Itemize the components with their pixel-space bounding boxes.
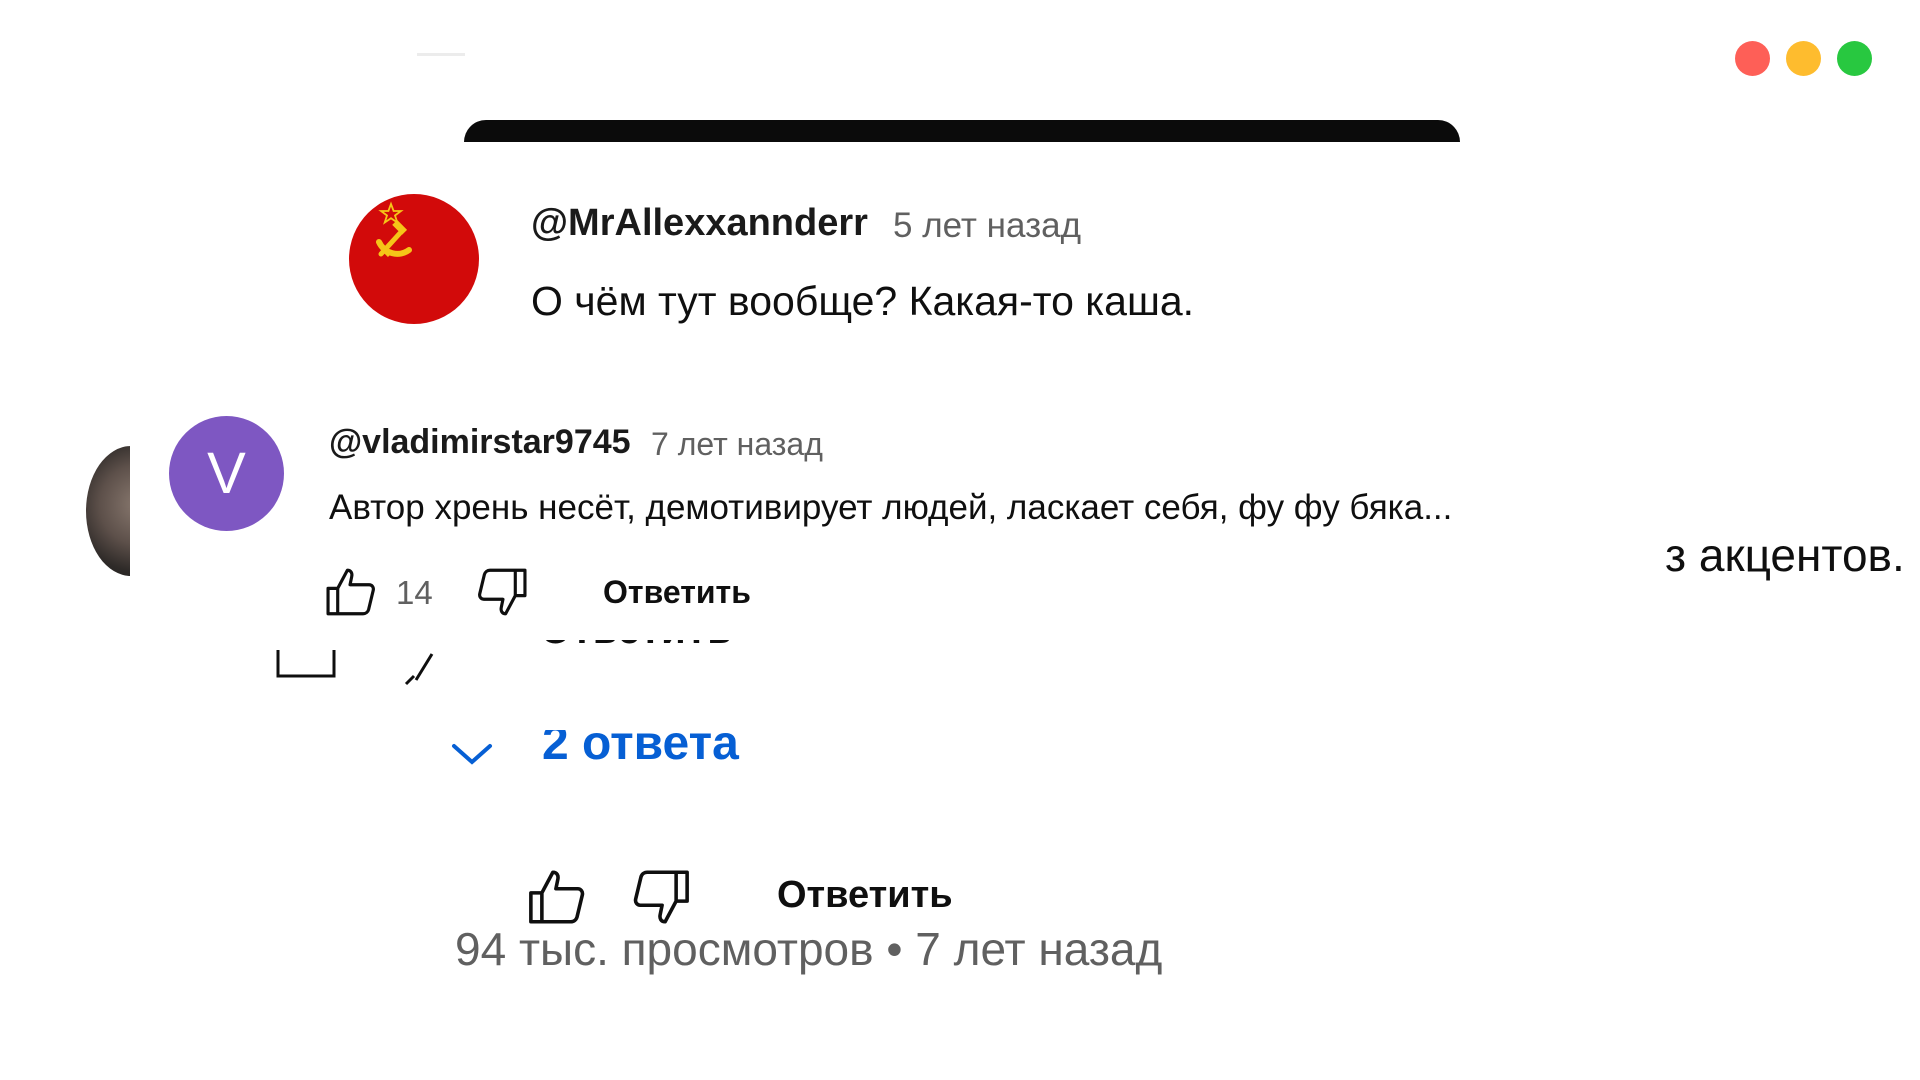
comment-timestamp[interactable]: 7 лет назад [651, 426, 823, 463]
thumbs-down-icon [478, 568, 527, 616]
like-button[interactable] [322, 563, 380, 621]
views-and-date: 94 тыс. просмотров • 7 лет назад [455, 928, 1163, 975]
window-close-button[interactable] [1735, 41, 1770, 76]
replies-count-label: 2 ответа [542, 730, 739, 770]
avatar[interactable] [349, 194, 479, 324]
thumbs-up-icon [529, 870, 585, 924]
reply-button: Ответить [540, 640, 740, 674]
chevron-down-icon [452, 744, 492, 765]
show-replies-button[interactable]: 2 ответа [450, 730, 780, 776]
comment-text: Автор хрень несёт, демотивирует людей, л… [329, 488, 1453, 527]
comment-author[interactable]: @MrAllexxannderr [531, 202, 868, 245]
comment-author[interactable]: @vladimirstar9745 [329, 423, 631, 462]
reply-button[interactable]: Ответить [777, 874, 953, 917]
like-icon [276, 650, 336, 690]
video-frame-edge [464, 120, 1460, 142]
reply-label: Ответить [540, 640, 733, 653]
comment-timestamp[interactable]: 5 лет назад [893, 206, 1081, 246]
divider [417, 53, 465, 56]
avatar[interactable]: V [169, 416, 284, 531]
comment-text-fragment: з акцентов. [1665, 529, 1905, 581]
thumbs-down-icon [633, 870, 689, 924]
ussr-flag-icon [376, 201, 412, 258]
like-count: 14 [396, 574, 433, 611]
dislike-icon [402, 650, 442, 690]
dislike-button[interactable] [628, 864, 694, 930]
window-minimize-button[interactable] [1786, 41, 1821, 76]
comment-text: О чём тут вообще? Какая-то каша. [531, 278, 1195, 324]
window-maximize-button[interactable] [1837, 41, 1872, 76]
like-button[interactable] [524, 864, 590, 930]
dislike-button[interactable] [473, 563, 531, 621]
reply-button[interactable]: Ответить [603, 574, 751, 611]
video-meta: 94 тыс. просмотров • 7 лет назад [455, 928, 1235, 982]
thumbs-up-icon [326, 568, 375, 616]
